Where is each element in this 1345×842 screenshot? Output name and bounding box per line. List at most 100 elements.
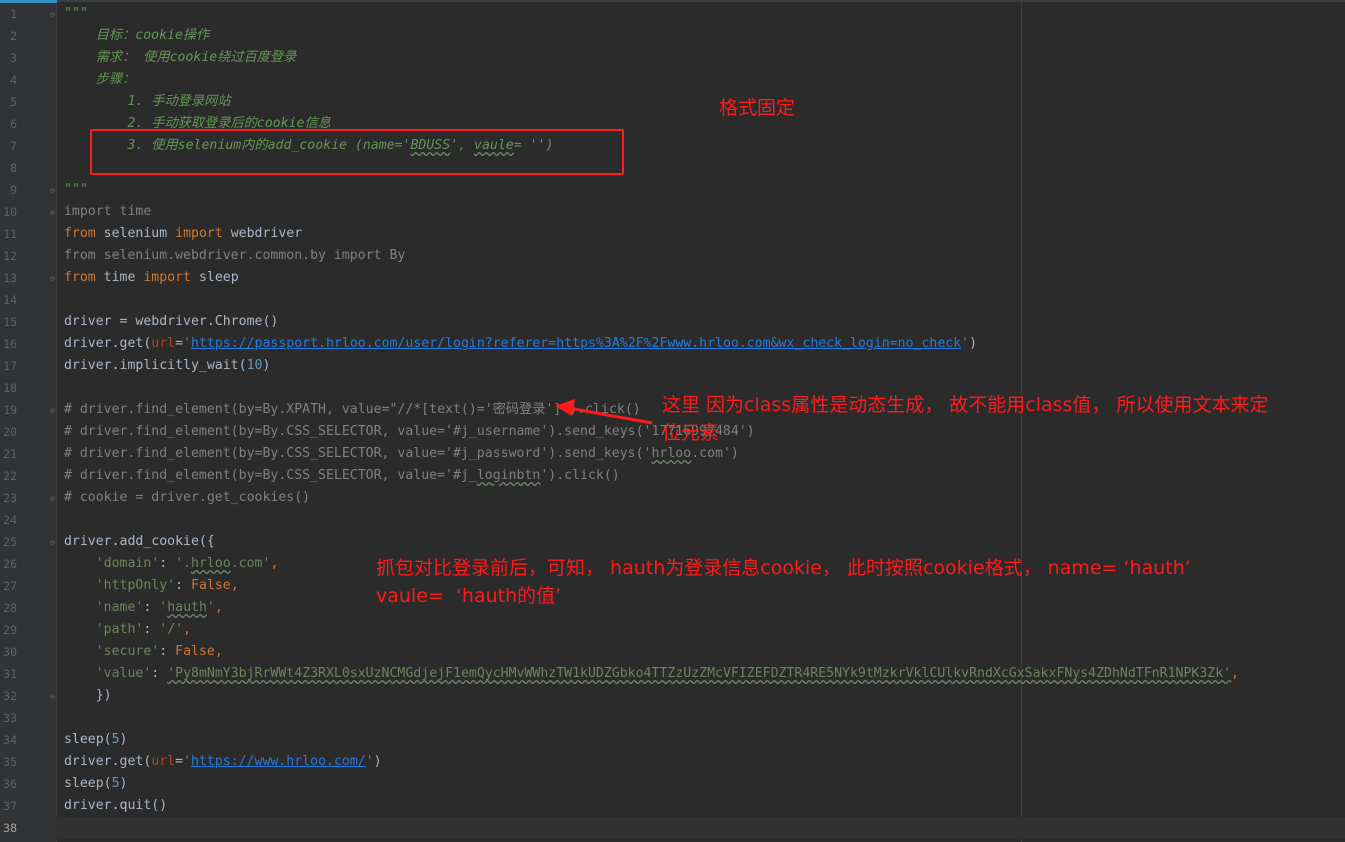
code-line[interactable] (56, 289, 1345, 311)
code-token: ) (969, 336, 978, 351)
code-line[interactable] (56, 707, 1345, 729)
line-number: 3 (10, 51, 17, 65)
code-token: ' (365, 754, 374, 769)
line-number: 5 (10, 95, 17, 109)
code-line[interactable]: from selenium.webdriver.common.by import… (56, 245, 1345, 267)
leading-space (56, 732, 64, 747)
code-line[interactable]: sleep(5) (56, 729, 1345, 751)
code-token: ) (119, 732, 128, 747)
annotation-xpath-note-line2: 位元素 (662, 422, 720, 444)
code-line[interactable] (56, 817, 1345, 839)
line-number: 20 (3, 425, 17, 439)
code-token: , (270, 556, 279, 571)
code-line[interactable]: 需求： 使用cookie绕过百度登录 (56, 47, 1345, 69)
line-number: 15 (3, 315, 17, 329)
code-token: ' (159, 600, 168, 615)
line-number: 25 (3, 535, 17, 549)
code-line[interactable]: driver = webdriver.Chrome() (56, 311, 1345, 333)
code-token: 1. 手动登录网站 (127, 94, 231, 109)
line-number: 27 (3, 579, 17, 593)
code-line[interactable]: driver.quit() (56, 795, 1345, 817)
code-line[interactable]: driver.get(url='https://www.hrloo.com/') (56, 751, 1345, 773)
code-token: : (143, 622, 160, 637)
code-token: # driver.find_element(by=By.CSS_SELECTOR… (63, 446, 652, 461)
code-token: loginbtn (476, 468, 541, 483)
code-token: 'name' (95, 600, 144, 615)
code-token: hrloo (191, 556, 231, 571)
code-line[interactable]: 目标：cookie操作 (56, 25, 1345, 47)
code-line[interactable]: driver.add_cookie({ (56, 531, 1345, 553)
line-number: 23 (3, 491, 17, 505)
highlight-box (90, 129, 624, 175)
code-line[interactable]: import time (56, 201, 1345, 223)
line-number: 34 (3, 733, 17, 747)
leading-space (56, 248, 64, 263)
code-token: 目标：cookie操作 (95, 28, 210, 43)
code-line[interactable]: """ (56, 3, 1345, 25)
leading-space (56, 424, 64, 439)
code-line[interactable]: 'name': 'hauth', (56, 597, 1345, 619)
code-token: = (175, 336, 184, 351)
leading-space (56, 292, 64, 307)
line-number: 14 (3, 293, 17, 307)
leading-space (56, 600, 64, 615)
code-token: 10 (246, 358, 263, 373)
line-number: 11 (3, 227, 17, 241)
line-number: 38 (3, 821, 17, 835)
code-line[interactable]: 'value': 'Py8mNmY3bjRrWWt4Z3RXL0sxUzNCMG… (56, 663, 1345, 685)
code-token: driver.quit() (63, 798, 168, 813)
code-line[interactable]: from selenium import webdriver (56, 223, 1345, 245)
code-token: webdriver (222, 226, 303, 241)
code-line[interactable]: # cookie = driver.get_cookies() (56, 487, 1345, 509)
code-token: '. (175, 556, 192, 571)
code-line[interactable]: 'path': '/', (56, 619, 1345, 641)
line-number: 13 (3, 271, 17, 285)
line-number: 17 (3, 359, 17, 373)
code-line[interactable]: driver.get(url='https://passport.hrloo.c… (56, 333, 1345, 355)
code-line[interactable]: from time import sleep (56, 267, 1345, 289)
code-token: 'value' (95, 666, 152, 681)
code-token: sleep (191, 270, 239, 285)
code-line[interactable]: 1. 手动登录网站 (56, 91, 1345, 113)
line-number: 18 (3, 381, 17, 395)
leading-space (56, 490, 64, 505)
leading-space (56, 402, 64, 417)
leading-space (56, 534, 64, 549)
code-token: ' (206, 600, 215, 615)
code-token: 'Py8mNmY3bjRrWWt4Z3RXL0sxUzNCMGdjejF1emQ… (167, 666, 1232, 681)
code-token: # driver.find_element(by=By.XPATH, value… (63, 402, 641, 417)
leading-space (56, 138, 64, 153)
code-line[interactable]: # driver.find_element(by=By.CSS_SELECTOR… (56, 465, 1345, 487)
code-line[interactable]: 'secure': False, (56, 641, 1345, 663)
code-token: url (151, 754, 176, 769)
code-line[interactable]: 步骤： (56, 69, 1345, 91)
code-token: sleep( (63, 776, 112, 791)
code-token: url (151, 336, 176, 351)
code-token: driver.get( (63, 336, 152, 351)
code-token: ) (119, 776, 128, 791)
leading-space (56, 754, 64, 769)
leading-space (56, 446, 64, 461)
code-line[interactable]: sleep(5) (56, 773, 1345, 795)
code-token: 5 (111, 776, 120, 791)
code-token: : (159, 644, 176, 659)
leading-space (56, 578, 64, 593)
annotation-xpath-note-line1: 这里 因为class属性是动态生成， 故不能用class值， 所以使用文本来定 (662, 394, 1269, 416)
code-token: """ (63, 6, 88, 21)
code-line[interactable]: """ (56, 179, 1345, 201)
line-number: 26 (3, 557, 17, 571)
code-line[interactable]: }) (56, 685, 1345, 707)
code-token: driver.add_cookie({ (63, 534, 215, 549)
line-number: 7 (10, 139, 17, 153)
code-line[interactable]: driver.implicitly_wait(10) (56, 355, 1345, 377)
line-number: 9 (10, 183, 17, 197)
code-line[interactable] (56, 509, 1345, 531)
